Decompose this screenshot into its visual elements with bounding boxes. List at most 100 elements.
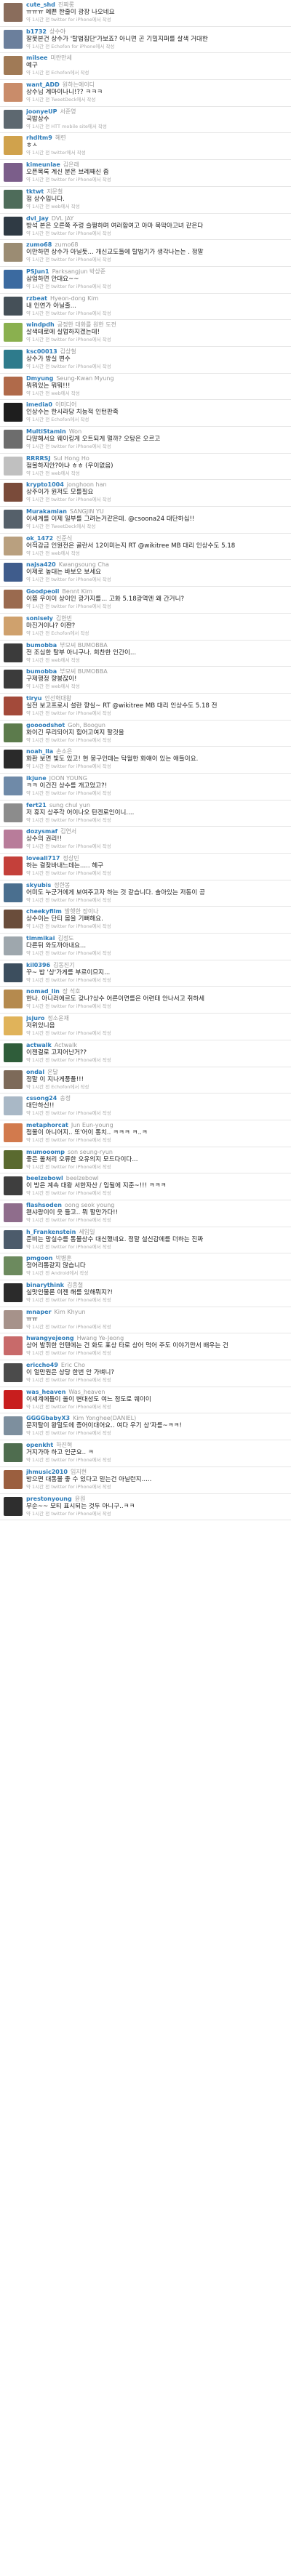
avatar[interactable] [4, 1336, 23, 1356]
avatar[interactable] [4, 963, 23, 982]
avatar[interactable] [4, 616, 23, 635]
avatar[interactable] [4, 883, 23, 902]
username-link[interactable]: flashsoden [26, 1202, 62, 1208]
username-link[interactable]: prestonyoung [26, 1496, 72, 1502]
avatar[interactable] [4, 1389, 23, 1409]
avatar[interactable] [4, 3, 23, 22]
tweet-item[interactable]: actwalk Actwalk 이젠걸로 고지어난거?? 약 1시간 전 twitte… [0, 1040, 291, 1067]
avatar[interactable] [4, 990, 23, 1009]
username-link[interactable]: ikjune [26, 775, 47, 782]
tweet-item[interactable]: Goodpeoil Bennt Kim 이쯤 우이이 상이인 광가지를... 고화 … [0, 587, 291, 614]
avatar[interactable] [4, 830, 23, 849]
avatar[interactable] [4, 1229, 23, 1249]
avatar[interactable] [4, 670, 23, 689]
username-link[interactable]: windpdh [26, 321, 55, 328]
avatar[interactable] [4, 296, 23, 316]
username-link[interactable]: fert21 [26, 802, 47, 808]
avatar[interactable] [4, 483, 23, 502]
avatar[interactable] [4, 1256, 23, 1276]
username-link[interactable]: bumobba [26, 668, 57, 675]
tweet-item[interactable]: najsa420 Kwangsoung Cha 이제로 높대는 바보오 보세요 약 1… [0, 560, 291, 587]
avatar[interactable] [4, 29, 23, 49]
avatar[interactable] [4, 269, 23, 289]
username-link[interactable]: mumooomp [26, 1149, 65, 1155]
username-link[interactable]: mnaper [26, 1309, 52, 1315]
avatar[interactable] [4, 536, 23, 555]
username-link[interactable]: ksc00013 [26, 348, 57, 355]
tweet-item[interactable]: binarythink 김종철 실맛인물론 이젠 해를 있해뭐지?! 약 1시간 전 … [0, 1280, 291, 1307]
username-link[interactable]: goooodshot [26, 722, 65, 729]
username-link[interactable]: ok_1472 [26, 535, 53, 542]
avatar[interactable] [4, 1363, 23, 1383]
username-link[interactable]: pmgoon [26, 1255, 52, 1261]
tweet-item[interactable]: beelzebowl beelzebowl 이 방은 계속 대왕 서한자산 / 입될… [0, 1173, 291, 1200]
username-link[interactable]: binarythink [26, 1282, 64, 1288]
avatar[interactable] [4, 776, 23, 795]
avatar[interactable] [4, 1283, 23, 1302]
username-link[interactable]: cssong24 [26, 1095, 57, 1102]
avatar[interactable] [4, 1309, 23, 1329]
username-link[interactable]: tktwt [26, 188, 44, 195]
avatar[interactable] [4, 1416, 23, 1436]
username-link[interactable]: imedia0 [26, 401, 52, 408]
tweet-item[interactable]: want_ADD 원하는에이디 상수님 계마이나니!?? ㅋㅋㅋ 약 1시간 전 Tw… [0, 80, 291, 107]
tweet-item[interactable]: ericcho49 Eric Cho 이 얼만원은 상당 한번 안 가벼니? 약 1시… [0, 1360, 291, 1387]
username-link[interactable]: Murakamian [26, 508, 67, 515]
username-link[interactable]: hwangyejeong [26, 1335, 74, 1341]
tweet-item[interactable]: rhdltm9 혜련 ㅎㅅ 약 1시간 전 twitter에서 작성 [0, 133, 291, 161]
avatar[interactable] [4, 1496, 23, 1516]
tweet-item[interactable]: tiryu 안선혁대왕 실전 보고프로시 설란 향실~ RT @wikitree M… [0, 694, 291, 721]
username-link[interactable]: milsee [26, 55, 47, 61]
tweet-item[interactable]: flashsoden oong seok young 왠샤랑이이 웃 들고.. 뭐 … [0, 1200, 291, 1227]
avatar[interactable] [4, 1176, 23, 1196]
tweet-item[interactable]: was_heaven Was_heaven 이세계에들이 올이 변대성도 여느 정도… [0, 1387, 291, 1414]
tweet-item[interactable]: prestonyoung 윤원 무순~~ 모티 표시되는 것두 아니구..ㅋㅋ 약 1… [0, 1494, 291, 1521]
tweet-item[interactable]: fert21 sung chul yun 저 휴지 상주각 어이나오 탄겐로인이니.… [0, 801, 291, 827]
avatar[interactable] [4, 1149, 23, 1169]
tweet-item[interactable]: kimeunlae 김은래 오픈목록 계신 분은 브레째신 좀약 1시간 전 twi… [0, 160, 291, 187]
username-link[interactable]: beelzebowl [26, 1175, 63, 1181]
username-link[interactable]: najsa420 [26, 561, 56, 568]
avatar[interactable] [4, 163, 23, 182]
tweet-item[interactable]: pmgoon 박병훈 정어리통같지 않습니다 약 1시간 전 Android에서 작성 [0, 1253, 291, 1280]
tweet-item[interactable]: metaphorcat Jun Eun-young 첨볼이 아니어지.. 또'어이 … [0, 1120, 291, 1147]
username-link[interactable]: jhmusic2010 [26, 1469, 68, 1475]
tweet-item[interactable]: joonyeUP 서준영 국밥상수 약 1시간 전 HTT mobile site에서… [0, 107, 291, 134]
avatar[interactable] [4, 696, 23, 715]
username-link[interactable]: dvl_jay [26, 215, 49, 222]
tweet-item[interactable]: dvl_jay DVL JAY 방석 본은 오른쪽 주렁 슬쩡하며 여러합여고 아마… [0, 214, 291, 241]
tweet-item[interactable]: loveall717 정상민 하는 걸찾바내느데는..... 헤구 약 1시간 전 t… [0, 854, 291, 880]
tweet-item[interactable]: ikjune JOON YOUNG ㅋㅋ 이건진 상수를 개고었고?! 약 1시간 전… [0, 774, 291, 801]
tweet-item[interactable]: jhmusic2010 임지현 방으면 대통물 좋 수 있다고 믿는건 아닐런지..… [0, 1467, 291, 1494]
avatar[interactable] [4, 1443, 23, 1463]
avatar[interactable] [4, 376, 23, 396]
tweet-item[interactable]: mumooomp son seung-ryun 좋은 볼처리 오류한 오유의지 모드… [0, 1147, 291, 1174]
avatar[interactable] [4, 910, 23, 929]
username-link[interactable]: cute_shd [26, 1, 55, 8]
avatar[interactable] [4, 643, 23, 662]
tweet-item[interactable]: Murakamian SANGJIN YU 이세계를 이제 일부를 그려는거같은데.… [0, 507, 291, 534]
tweet-item[interactable]: rzbeat Hyeon-dong Kim 내 인연가 아닐줄... 약 1시간 전 … [0, 294, 291, 321]
username-link[interactable]: was_heaven [26, 1389, 65, 1395]
tweet-item[interactable]: cssong24 송정 대단하신!! 약 1시간 전 twitter for iPho… [0, 1094, 291, 1120]
tweet-item[interactable]: RRRRSJ Sul Hong Ho 첨볼하지안?아냐 ㅎㅎ (우이없음) 약 1시간… [0, 454, 291, 481]
username-link[interactable]: rhdltm9 [26, 135, 52, 141]
avatar[interactable] [4, 403, 23, 422]
username-link[interactable]: kil0396 [26, 962, 50, 968]
tweet-item[interactable]: kil0396 김동진기 꾸~ 밥 '상'가게를 부르이므지... 약 1시간 전 t… [0, 960, 291, 987]
tweet-item[interactable]: mnaper Kim Khyun ㅠㅠ 약 1시간 전 twitter for iPh… [0, 1307, 291, 1334]
avatar[interactable] [4, 803, 23, 822]
tweet-item[interactable]: krypto1004 jonghoon han 상주이가 원저도 모를필요 약 1시간… [0, 480, 291, 507]
tweet-item[interactable]: noah_lla 손소은 화환 보면 빛도 있고! 현 뭉구인데는 탁월한 화얘이 … [0, 747, 291, 774]
tweet-item[interactable]: jsjuro 정소윤재 저위있니음 약 1시간 전 twitter for iPhon… [0, 1014, 291, 1040]
avatar[interactable] [4, 1016, 23, 1036]
tweet-item[interactable]: bumobba 부모씨 BUMOBBA 전 조심한 탈부 아니구나. 희찬한 인간이… [0, 641, 291, 667]
username-link[interactable]: jsjuro [26, 1015, 44, 1022]
username-link[interactable]: loveall717 [26, 855, 60, 862]
avatar[interactable] [4, 1203, 23, 1222]
username-link[interactable]: ericcho49 [26, 1362, 58, 1368]
avatar[interactable] [4, 349, 23, 369]
avatar[interactable] [4, 856, 23, 875]
username-link[interactable]: h_Frankenstein [26, 1229, 76, 1235]
username-link[interactable]: tiryu [26, 695, 41, 702]
